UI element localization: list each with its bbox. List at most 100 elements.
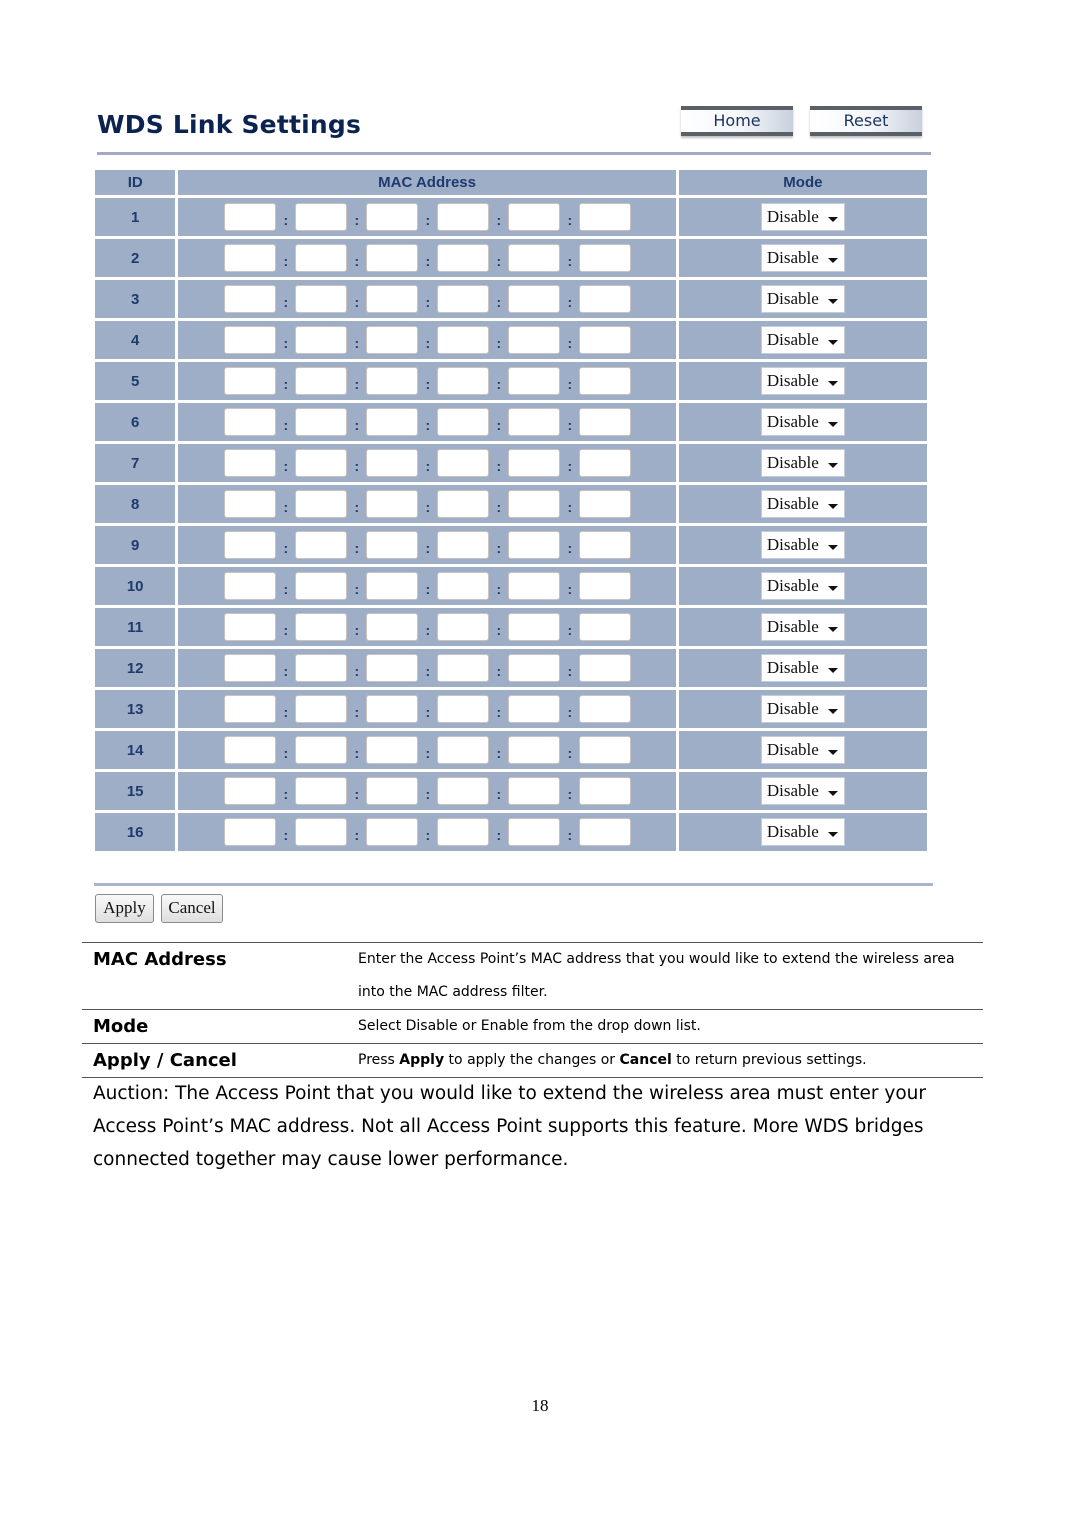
mac-octet-input-2[interactable] <box>295 203 348 231</box>
mac-octet-input-3[interactable] <box>366 326 419 354</box>
mac-octet-input-1[interactable] <box>224 408 277 436</box>
mac-octet-input-2[interactable] <box>295 736 348 764</box>
mac-octet-input-5[interactable] <box>508 777 561 805</box>
mac-octet-input-2[interactable] <box>295 654 348 682</box>
mac-octet-input-3[interactable] <box>366 531 419 559</box>
mode-dropdown[interactable]: Disable <box>760 695 845 723</box>
mac-octet-input-6[interactable] <box>579 203 632 231</box>
mode-dropdown[interactable]: Disable <box>760 654 845 682</box>
mac-octet-input-3[interactable] <box>366 654 419 682</box>
mode-dropdown[interactable]: Disable <box>760 408 845 436</box>
mode-dropdown[interactable]: Disable <box>760 572 845 600</box>
mac-octet-input-1[interactable] <box>224 777 277 805</box>
mac-octet-input-4[interactable] <box>437 572 490 600</box>
mac-octet-input-5[interactable] <box>508 736 561 764</box>
mac-octet-input-1[interactable] <box>224 736 277 764</box>
mac-octet-input-6[interactable] <box>579 408 632 436</box>
mac-octet-input-6[interactable] <box>579 326 632 354</box>
mac-octet-input-1[interactable] <box>224 285 277 313</box>
mac-octet-input-1[interactable] <box>224 654 277 682</box>
mac-octet-input-3[interactable] <box>366 736 419 764</box>
mac-octet-input-2[interactable] <box>295 244 348 272</box>
mac-octet-input-6[interactable] <box>579 449 632 477</box>
mac-octet-input-1[interactable] <box>224 490 277 518</box>
mode-dropdown[interactable]: Disable <box>760 531 845 559</box>
mac-octet-input-5[interactable] <box>508 695 561 723</box>
mode-dropdown[interactable]: Disable <box>760 449 845 477</box>
mac-octet-input-1[interactable] <box>224 613 277 641</box>
mac-octet-input-2[interactable] <box>295 531 348 559</box>
mac-octet-input-1[interactable] <box>224 326 277 354</box>
mac-octet-input-3[interactable] <box>366 613 419 641</box>
mac-octet-input-3[interactable] <box>366 777 419 805</box>
mac-octet-input-4[interactable] <box>437 736 490 764</box>
mac-octet-input-4[interactable] <box>437 408 490 436</box>
mode-dropdown[interactable]: Disable <box>760 203 845 231</box>
mac-octet-input-2[interactable] <box>295 818 348 846</box>
mac-octet-input-3[interactable] <box>366 490 419 518</box>
mac-octet-input-3[interactable] <box>366 203 419 231</box>
mode-dropdown[interactable]: Disable <box>760 490 845 518</box>
mac-octet-input-3[interactable] <box>366 449 419 477</box>
mac-octet-input-5[interactable] <box>508 654 561 682</box>
mode-dropdown[interactable]: Disable <box>760 818 845 846</box>
mac-octet-input-6[interactable] <box>579 777 632 805</box>
mac-octet-input-5[interactable] <box>508 449 561 477</box>
mac-octet-input-2[interactable] <box>295 449 348 477</box>
mode-dropdown[interactable]: Disable <box>760 613 845 641</box>
mac-octet-input-5[interactable] <box>508 285 561 313</box>
apply-button[interactable]: Apply <box>95 894 154 923</box>
mac-octet-input-2[interactable] <box>295 490 348 518</box>
mac-octet-input-1[interactable] <box>224 203 277 231</box>
mac-octet-input-3[interactable] <box>366 285 419 313</box>
mac-octet-input-6[interactable] <box>579 613 632 641</box>
mac-octet-input-2[interactable] <box>295 367 348 395</box>
mac-octet-input-3[interactable] <box>366 572 419 600</box>
mac-octet-input-6[interactable] <box>579 654 632 682</box>
mac-octet-input-6[interactable] <box>579 695 632 723</box>
mac-octet-input-3[interactable] <box>366 818 419 846</box>
mac-octet-input-2[interactable] <box>295 777 348 805</box>
mac-octet-input-2[interactable] <box>295 285 348 313</box>
mac-octet-input-4[interactable] <box>437 203 490 231</box>
mac-octet-input-5[interactable] <box>508 326 561 354</box>
mac-octet-input-2[interactable] <box>295 695 348 723</box>
mode-dropdown[interactable]: Disable <box>760 285 845 313</box>
mac-octet-input-4[interactable] <box>437 531 490 559</box>
mac-octet-input-5[interactable] <box>508 818 561 846</box>
mac-octet-input-5[interactable] <box>508 531 561 559</box>
mac-octet-input-6[interactable] <box>579 367 632 395</box>
mac-octet-input-1[interactable] <box>224 531 277 559</box>
mac-octet-input-6[interactable] <box>579 531 632 559</box>
mode-dropdown[interactable]: Disable <box>760 326 845 354</box>
mac-octet-input-4[interactable] <box>437 244 490 272</box>
mac-octet-input-1[interactable] <box>224 818 277 846</box>
mac-octet-input-4[interactable] <box>437 449 490 477</box>
mac-octet-input-5[interactable] <box>508 367 561 395</box>
mac-octet-input-5[interactable] <box>508 613 561 641</box>
mac-octet-input-5[interactable] <box>508 244 561 272</box>
mac-octet-input-5[interactable] <box>508 408 561 436</box>
mac-octet-input-4[interactable] <box>437 818 490 846</box>
cancel-button[interactable]: Cancel <box>161 894 223 923</box>
mac-octet-input-4[interactable] <box>437 777 490 805</box>
mac-octet-input-5[interactable] <box>508 572 561 600</box>
home-button[interactable]: Home <box>681 106 793 136</box>
mac-octet-input-4[interactable] <box>437 326 490 354</box>
mac-octet-input-3[interactable] <box>366 244 419 272</box>
mac-octet-input-1[interactable] <box>224 572 277 600</box>
mac-octet-input-3[interactable] <box>366 367 419 395</box>
mac-octet-input-4[interactable] <box>437 654 490 682</box>
mac-octet-input-2[interactable] <box>295 572 348 600</box>
mac-octet-input-6[interactable] <box>579 244 632 272</box>
mac-octet-input-6[interactable] <box>579 490 632 518</box>
mac-octet-input-1[interactable] <box>224 367 277 395</box>
mac-octet-input-4[interactable] <box>437 285 490 313</box>
mac-octet-input-4[interactable] <box>437 613 490 641</box>
mac-octet-input-2[interactable] <box>295 613 348 641</box>
mac-octet-input-4[interactable] <box>437 695 490 723</box>
mac-octet-input-3[interactable] <box>366 695 419 723</box>
mac-octet-input-4[interactable] <box>437 367 490 395</box>
mac-octet-input-5[interactable] <box>508 490 561 518</box>
mode-dropdown[interactable]: Disable <box>760 736 845 764</box>
